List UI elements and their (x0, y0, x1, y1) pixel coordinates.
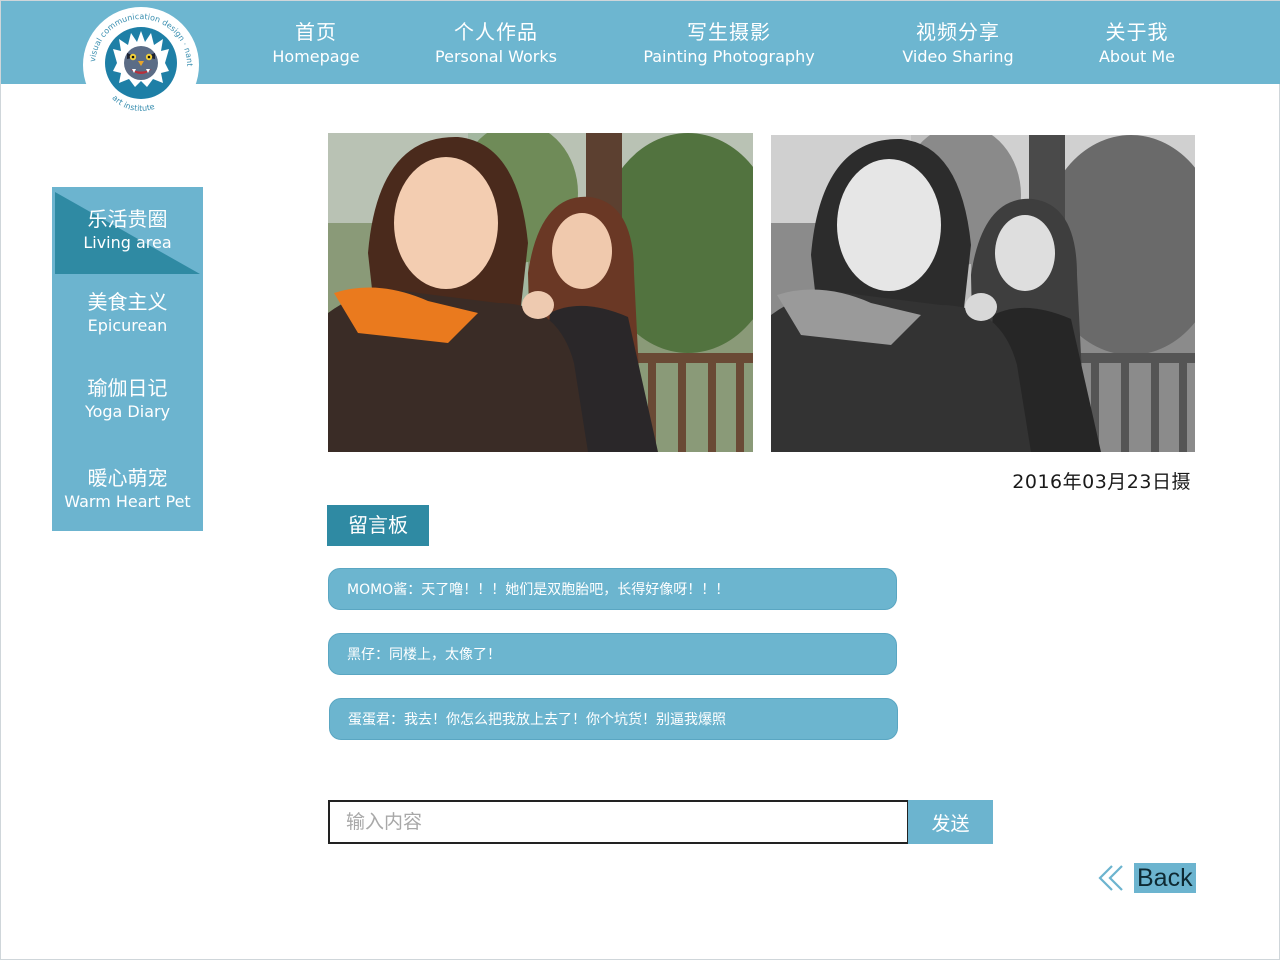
double-chevron-left-icon (1098, 865, 1123, 891)
nav-item-label-zh: 关于我 (1105, 20, 1169, 44)
photo-two-girls-bw (771, 135, 1195, 452)
nav-item-label-en: Painting Photography (643, 47, 815, 66)
nav-item-label-zh: 首页 (295, 20, 337, 44)
nav-item-painting-photography[interactable]: 写生摄影 Painting Photography (639, 19, 819, 68)
sidebar-item-label-en: Warm Heart Pet (64, 492, 191, 511)
nav-item-label-en: Video Sharing (902, 47, 1014, 66)
sidebar-item-warm-heart-pet[interactable]: 暖心萌宠 Warm Heart Pet (52, 465, 203, 513)
nav-item-label-zh: 个人作品 (454, 20, 538, 44)
sidebar-item-label-en: Yoga Diary (84, 402, 171, 421)
photo-date-caption: 2016年03月23日摄 (1012, 471, 1191, 493)
nav-item-video-sharing[interactable]: 视频分享 Video Sharing (897, 19, 1019, 68)
message-board-title: 留言板 (327, 505, 429, 546)
nav-item-label-en: Homepage (272, 47, 360, 66)
photo-color (328, 133, 753, 452)
sidebar-item-epicurean[interactable]: 美食主义 Epicurean (52, 289, 203, 337)
nav-item-label-zh: 视频分享 (916, 20, 1000, 44)
sidebar-item-label-zh: 暖心萌宠 (87, 466, 168, 490)
yeti-logo-icon: visual communication design · nantong un… (78, 0, 199, 123)
nav-item-label-en: Personal Works (435, 47, 557, 66)
comment-item: MOMO酱：天了噜！！！她们是双胞胎吧，长得好像呀！！！ (328, 568, 897, 610)
back-button[interactable]: Back (1096, 861, 1196, 895)
sidebar-menu: 乐活贵圈 Living area 美食主义 Epicurean 瑜伽日记 Yog… (52, 187, 203, 531)
photo-black-white (771, 135, 1195, 452)
nav-item-personal-works[interactable]: 个人作品 Personal Works (429, 19, 563, 68)
comment-item: 黑仔：同楼上，太像了！ (328, 633, 897, 675)
site-logo[interactable]: visual communication design · nantong un… (78, 0, 201, 125)
send-button[interactable]: 发送 (908, 800, 993, 844)
photo-two-girls-color (328, 133, 753, 452)
message-input[interactable] (328, 800, 909, 844)
nav-item-label-zh: 写生摄影 (687, 20, 771, 44)
sidebar-item-living-area[interactable]: 乐活贵圈 Living area (52, 206, 203, 254)
nav-item-about-me[interactable]: 关于我 About Me (1091, 19, 1183, 68)
nav-item-label-en: About Me (1098, 47, 1176, 66)
sidebar-item-label-zh: 乐活贵圈 (87, 207, 168, 231)
sidebar-item-label-en: Epicurean (87, 316, 168, 335)
sidebar-item-yoga-diary[interactable]: 瑜伽日记 Yoga Diary (52, 375, 203, 423)
back-label: Back (1134, 863, 1196, 893)
sidebar-item-label-zh: 美食主义 (87, 290, 168, 314)
nav-item-homepage[interactable]: 首页 Homepage (267, 19, 365, 68)
sidebar-item-label-zh: 瑜伽日记 (87, 376, 168, 400)
sidebar-item-label-en: Living area (83, 233, 172, 252)
comment-item: 蛋蛋君：我去！你怎么把我放上去了！你个坑货！别逼我爆照 (329, 698, 898, 740)
